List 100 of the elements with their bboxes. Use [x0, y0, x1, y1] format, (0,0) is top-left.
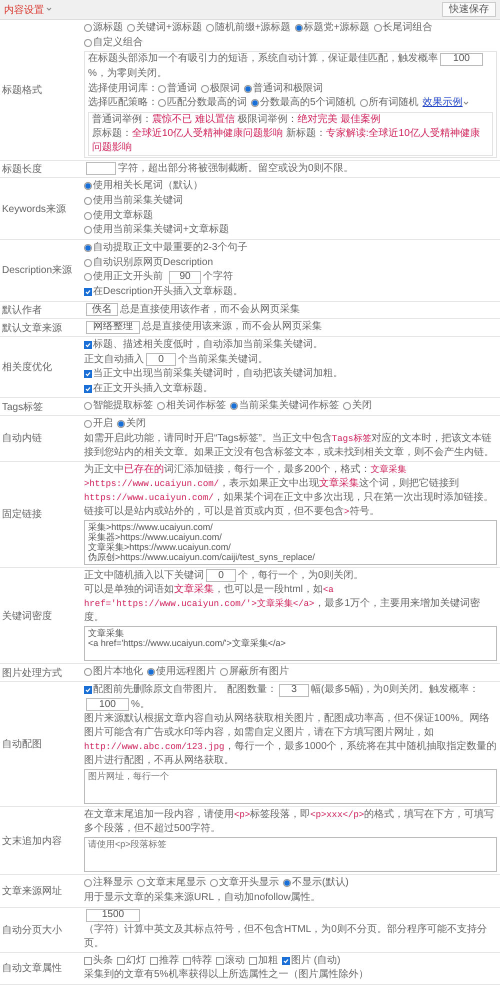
radio-button[interactable]: [84, 258, 92, 267]
description-text: 在标题头部添加一个有吸引力的短语，系统自动计算，保证最佳匹配，触发概率: [88, 52, 438, 66]
text-input[interactable]: [86, 162, 116, 176]
option-label: 图片本地化: [93, 665, 143, 680]
description-text: 正文自动插入: [84, 352, 144, 367]
checkbox[interactable]: [84, 370, 92, 378]
description-text: %。: [131, 698, 150, 712]
option-label: 分数最高的5个词随机: [260, 96, 356, 110]
checkbox[interactable]: [84, 384, 92, 393]
radio-button[interactable]: [117, 420, 125, 428]
radio-button[interactable]: [84, 244, 92, 252]
radio-button[interactable]: [343, 402, 351, 410]
radio-button[interactable]: [84, 182, 92, 190]
description-text: 在文章末尾追加一段内容，请使用<p>标签段落，即<p>xxx</p>的格式，填写在下方，可填写多个段落，但不超过500字符。: [84, 808, 496, 836]
text-area[interactable]: 采集>https://www.ucaiyun.com/ 采集器>https://www.ucaiyun.com/ 文章采集>https://www.ucaiyun.com/ 伪原创>https://www.ucaiyun.com/caiji/test_syns_replace/: [84, 520, 497, 565]
example-link[interactable]: 效果示例: [422, 96, 469, 110]
text-input[interactable]: 0: [146, 353, 176, 366]
checkbox[interactable]: [216, 956, 224, 965]
checkbox[interactable]: [282, 956, 290, 965]
description-text: %，为零则关闭。: [88, 66, 167, 81]
text-input[interactable]: 100: [86, 698, 129, 712]
checkbox[interactable]: [249, 956, 257, 965]
field-label: 关键词密度: [2, 610, 52, 623]
text-area[interactable]: 请使用<p>段落标签: [84, 837, 497, 872]
radio-button[interactable]: [244, 84, 252, 93]
checkmark-icon: [283, 958, 289, 964]
radio-button[interactable]: [84, 24, 92, 32]
checkmark-icon: [85, 687, 91, 694]
radio-button[interactable]: [84, 197, 92, 206]
chevron-down-icon: [462, 100, 469, 106]
radio-button[interactable]: [84, 402, 92, 410]
field-label: 自动内链: [2, 432, 42, 446]
radio-button[interactable]: [220, 668, 228, 676]
option-label: 自动识别原网页Description: [93, 256, 214, 270]
radio-button[interactable]: [84, 668, 92, 676]
text-area[interactable]: 文章采集 <a href='https://www.ucaiyun.com/'>文章采集</a>: [84, 626, 497, 662]
field-label: 标题格式: [2, 84, 42, 97]
description-text: 总是直接使用该来源，而不会从网页采集: [142, 320, 322, 334]
radio-button[interactable]: [158, 84, 166, 93]
description-text: 选择匹配策略：: [88, 96, 158, 110]
option-label: 在Description开头插入文章标题。: [93, 284, 244, 299]
radio-button[interactable]: [283, 879, 291, 888]
checkbox[interactable]: [117, 956, 125, 965]
radio-button[interactable]: [210, 879, 218, 888]
option-label: 普通词和极限词: [253, 82, 323, 96]
description-text: 采集到的文章有5%机率获得以上所选属性之一（图片属性除外）: [84, 968, 368, 982]
radio-button[interactable]: [230, 402, 238, 410]
radio-button[interactable]: [84, 420, 92, 428]
checkbox[interactable]: [84, 340, 92, 349]
radio-button[interactable]: [84, 273, 92, 282]
text-input[interactable]: 100: [440, 52, 483, 66]
radio-button[interactable]: [137, 879, 145, 888]
text-input[interactable]: 0: [206, 569, 236, 582]
checkmark-icon: [85, 371, 91, 378]
description-text: 普通词举例：震惊不已 难以置信 极限词举例：绝对完美 最佳案例: [92, 112, 382, 127]
description-text: 用于显示文章的采集来源URL，自动加nofollow属性。: [84, 890, 321, 905]
text-input[interactable]: 1500: [86, 908, 140, 922]
option-label: 文章末尾显示: [146, 876, 206, 890]
option-label: 智能提取标签: [93, 399, 153, 414]
field-label: 默认作者: [2, 304, 42, 317]
option-label: 在正文开头插入文章标题。: [93, 382, 213, 396]
option-label: 当正文中出现当前采集关键词时，自动把该关键词加粗。: [93, 367, 343, 382]
option-label: 图片 (自动): [291, 954, 340, 968]
radio-button[interactable]: [127, 24, 135, 32]
field-label: 文末追加内容: [2, 834, 62, 848]
checkbox[interactable]: [84, 956, 92, 965]
text-area[interactable]: 图片网址，每行一个: [84, 769, 497, 804]
field-label: 自动分页大小: [2, 924, 62, 937]
radio-button[interactable]: [147, 668, 155, 676]
radio-button[interactable]: [206, 24, 214, 32]
radio-button[interactable]: [374, 24, 382, 32]
description-text: 个字符: [203, 270, 233, 284]
checkbox[interactable]: [183, 956, 191, 965]
radio-button[interactable]: [84, 212, 92, 220]
option-label: 使用当前采集关键词+文章标题: [93, 223, 229, 238]
checkbox[interactable]: [84, 686, 92, 694]
option-label: 标题党+源标题: [304, 21, 370, 35]
radio-button[interactable]: [84, 38, 92, 47]
field-label: Keywords来源: [2, 202, 66, 216]
option-label: 推荐: [159, 954, 179, 968]
text-input[interactable]: 90: [169, 270, 201, 284]
field-label: 默认文章来源: [2, 322, 62, 335]
radio-button[interactable]: [158, 99, 166, 108]
checkbox[interactable]: [150, 956, 158, 965]
description-text: 配图数量：: [227, 683, 277, 698]
radio-button[interactable]: [84, 226, 92, 234]
section-title[interactable]: 内容设置: [4, 2, 52, 16]
option-label: 注释显示: [93, 876, 133, 890]
description-text: 幅(最多5幅)，为0则关闭。: [311, 683, 429, 698]
checkbox[interactable]: [84, 288, 92, 296]
radio-button[interactable]: [251, 99, 259, 108]
option-label: 自动提取正文中最重要的2-3个句子: [93, 241, 248, 256]
save-button[interactable]: 快速保存: [442, 2, 496, 17]
radio-button[interactable]: [157, 402, 165, 410]
text-input[interactable]: 3: [279, 684, 309, 697]
field-label: 自动文章属性: [2, 962, 62, 976]
radio-button[interactable]: [360, 99, 368, 108]
radio-button[interactable]: [201, 84, 209, 93]
radio-button[interactable]: [294, 24, 303, 32]
radio-button[interactable]: [84, 879, 92, 888]
